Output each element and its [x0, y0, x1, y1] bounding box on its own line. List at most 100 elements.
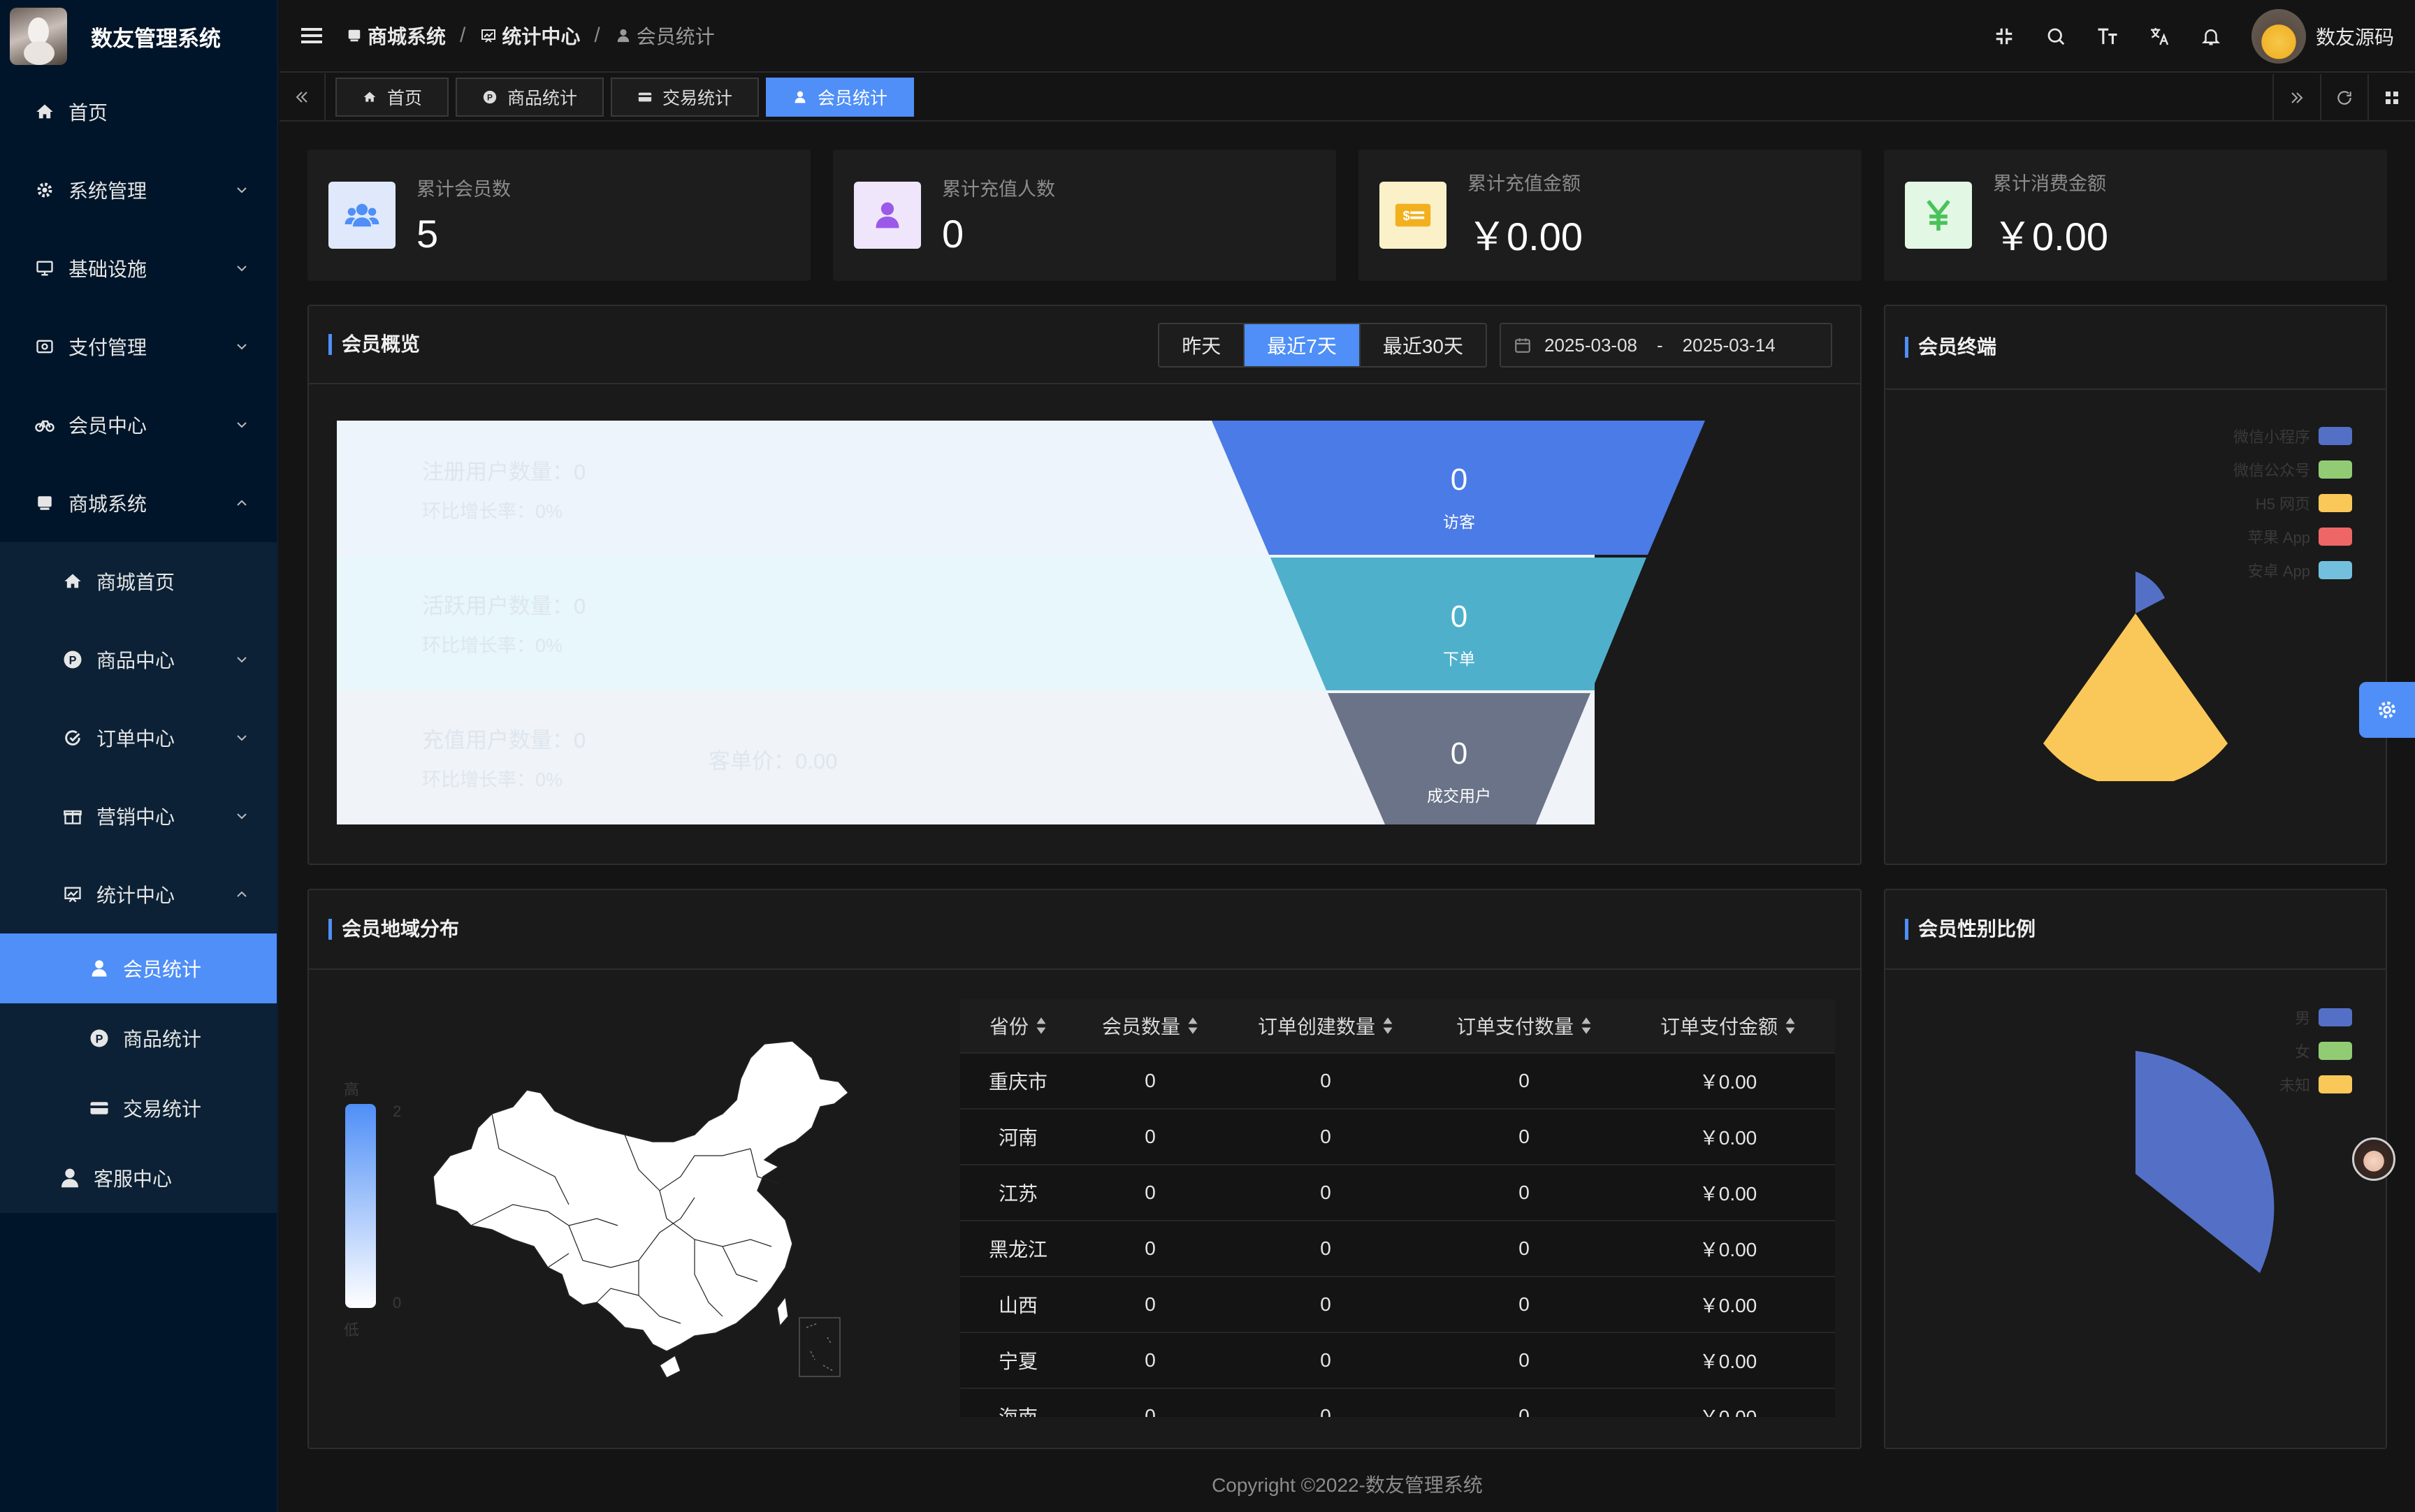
table-row[interactable]: 海南 0 0 0 ￥0.00: [960, 1389, 1835, 1417]
funnel-value: 0: [1450, 736, 1468, 771]
range-30days-button[interactable]: 最近30天: [1360, 324, 1486, 366]
legend-item[interactable]: 微信公众号: [2191, 458, 2352, 481]
search-icon[interactable]: [2039, 20, 2073, 53]
user-name[interactable]: 数友源码: [2316, 22, 2394, 50]
col-header-order-create[interactable]: 订单创建数量: [1224, 1012, 1427, 1040]
col-header-member-count[interactable]: 会员数量: [1076, 1012, 1224, 1040]
stat-label: 累计会员数: [416, 179, 511, 200]
support-avatar[interactable]: [2352, 1137, 2395, 1181]
legend-label: 苹果 App: [2247, 529, 2310, 546]
china-map[interactable]: [429, 1037, 876, 1386]
sort-icon: [1581, 1017, 1591, 1034]
legend-item[interactable]: H5 网页: [2191, 492, 2352, 514]
product-icon: P: [482, 89, 498, 105]
range-selector: 昨天 最近7天 最近30天: [1158, 323, 1487, 368]
tab-home[interactable]: 首页: [335, 78, 449, 117]
region-panel: 会员地域分布 高 2 0 低 省份 会员数量 订单创建数量 订单支付数量 订单支…: [307, 889, 1862, 1449]
monitor-icon: [34, 257, 56, 279]
legend-item[interactable]: 男: [2191, 1006, 2352, 1028]
legend-item[interactable]: 微信小程序: [2191, 425, 2352, 447]
logo[interactable]: 数友管理系统: [0, 0, 277, 73]
menu-toggle-icon[interactable]: [298, 22, 326, 50]
shop-icon: [345, 27, 363, 45]
panel-title: 会员性别比例: [1905, 919, 2036, 940]
breadcrumb-item-mall[interactable]: 商城系统: [345, 22, 446, 50]
refresh-icon[interactable]: [2320, 74, 2367, 122]
table-row[interactable]: 黑龙江 0 0 0 ￥0.00: [960, 1221, 1835, 1277]
breadcrumb-label: 会员统计: [636, 26, 715, 48]
sidebar-item-home[interactable]: 首页: [0, 73, 277, 151]
legend-swatch: [2319, 561, 2352, 579]
breadcrumb-item-stats[interactable]: 统计中心: [479, 22, 580, 50]
col-header-order-pay[interactable]: 订单支付数量: [1427, 1012, 1621, 1040]
table-row[interactable]: 重庆市 0 0 0 ￥0.00: [960, 1054, 1835, 1110]
sidebar-item-stats-center[interactable]: 统计中心: [0, 855, 277, 933]
tab-member-stats[interactable]: 会员统计: [766, 78, 915, 117]
cell-order-pay: 0: [1518, 1182, 1530, 1203]
font-size-icon[interactable]: [2091, 20, 2124, 53]
home-icon: [34, 101, 56, 123]
sidebar-item-mall-home[interactable]: 商城首页: [0, 542, 277, 620]
sidebar-item-label: 商城首页: [96, 572, 175, 593]
sidebar-item-system[interactable]: 系统管理: [0, 151, 277, 229]
cell-order-pay: 0: [1518, 1349, 1530, 1371]
stat-value: ￥0.00: [1467, 215, 1583, 259]
table-row[interactable]: 宁夏 0 0 0 ￥0.00: [960, 1333, 1835, 1389]
user-avatar[interactable]: [2251, 9, 2306, 64]
range-yesterday-button[interactable]: 昨天: [1159, 324, 1245, 366]
sidebar-item-label: 首页: [68, 102, 108, 124]
pie-slice-male[interactable]: [2135, 1051, 2275, 1273]
order-price: 客单价：0.00: [709, 749, 838, 773]
terminal-header: 会员终端: [1885, 306, 2386, 390]
stat-value: 5: [416, 212, 439, 256]
grid-menu-icon[interactable]: [2367, 74, 2415, 122]
pie-slice-miniprogram[interactable]: [2135, 572, 2165, 613]
date-end: 2025-03-14: [1682, 334, 1776, 356]
range-7days-button[interactable]: 最近7天: [1245, 324, 1361, 366]
overview-panel: 会员概览 昨天 最近7天 最近30天 2025-03-08 - 2025-03-…: [307, 305, 1862, 865]
money-icon: $: [1379, 182, 1446, 249]
legend-swatch: [2319, 494, 2352, 512]
sidebar-item-infra[interactable]: 基础设施: [0, 229, 277, 307]
sidebar-item-product-stats[interactable]: P 商品统计: [0, 1003, 277, 1073]
legend-item[interactable]: 苹果 App: [2191, 525, 2352, 548]
visualmap-bar[interactable]: [345, 1104, 376, 1308]
card-icon: [637, 89, 653, 105]
col-header-province[interactable]: 省份: [960, 1012, 1076, 1040]
col-header-pay-amount[interactable]: 订单支付金额: [1621, 1012, 1835, 1040]
sidebar-item-trade-stats[interactable]: 交易统计: [0, 1073, 277, 1143]
home-icon: [362, 89, 377, 105]
gender-pie-chart: [2135, 1051, 2275, 1273]
legend-label: 微信小程序: [2233, 428, 2310, 446]
sidebar-item-marketing-center[interactable]: 营销中心: [0, 777, 277, 855]
yen-icon: [1905, 182, 1972, 249]
settings-float-button[interactable]: [2359, 682, 2415, 738]
tab-product-stats[interactable]: P 商品统计: [456, 78, 604, 117]
tabs-scroll-left-icon[interactable]: [280, 73, 326, 121]
sidebar-item-label: 订单中心: [96, 728, 175, 750]
hainan-island[interactable]: [659, 1354, 681, 1379]
bell-icon[interactable]: [2194, 20, 2228, 53]
pie-slice-h5[interactable]: [2043, 613, 2228, 781]
tabs-scroll-right-icon[interactable]: [2272, 74, 2320, 122]
sidebar-item-member[interactable]: 会员中心: [0, 386, 277, 464]
cell-order-pay: 0: [1518, 1126, 1530, 1147]
cell-member-count: 0: [1145, 1182, 1156, 1203]
table-row[interactable]: 江苏 0 0 0 ￥0.00: [960, 1165, 1835, 1221]
exit-fullscreen-icon[interactable]: [1987, 20, 2021, 53]
user-icon: [792, 89, 808, 105]
sidebar-item-customer-service[interactable]: 客服中心: [0, 1143, 277, 1213]
date-range-picker[interactable]: 2025-03-08 - 2025-03-14: [1500, 323, 1832, 368]
sidebar-item-order-center[interactable]: 订单中心: [0, 699, 277, 777]
tab-trade-stats[interactable]: 交易统计: [611, 78, 760, 117]
sidebar-item-payment[interactable]: 支付管理: [0, 307, 277, 386]
sidebar-item-product-center[interactable]: P 商品中心: [0, 620, 277, 699]
table-row[interactable]: 河南 0 0 0 ￥0.00: [960, 1110, 1835, 1165]
taiwan-island[interactable]: [776, 1295, 789, 1328]
table-row[interactable]: 山西 0 0 0 ￥0.00: [960, 1277, 1835, 1333]
funnel-row-label: 注册用户数量：0: [422, 460, 586, 484]
chart-icon: [61, 883, 84, 906]
sidebar-item-member-stats[interactable]: 会员统计: [0, 933, 277, 1003]
sidebar-item-mall[interactable]: 商城系统: [0, 464, 277, 542]
translate-icon[interactable]: [2142, 20, 2176, 53]
